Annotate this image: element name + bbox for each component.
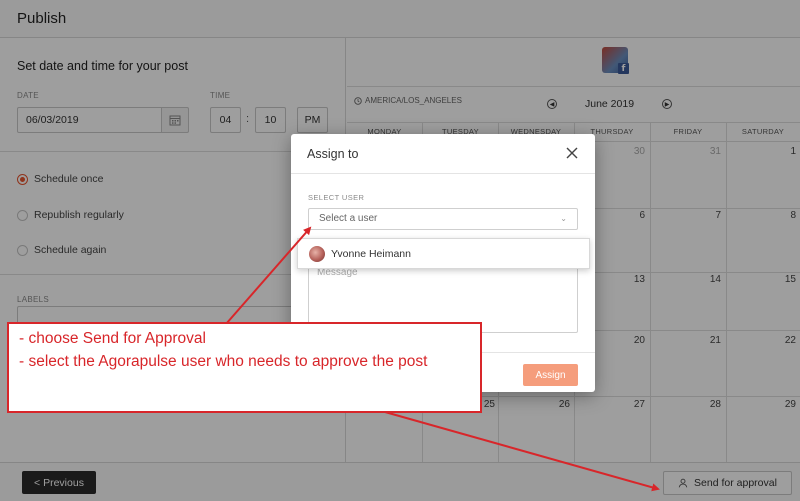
instruction-callout: - choose Send for Approval - select the … (7, 322, 482, 413)
assign-button[interactable]: Assign (523, 364, 578, 386)
select-user-placeholder: Select a user (319, 213, 378, 224)
user-option[interactable]: Yvonne Heimann (297, 238, 590, 269)
instruction-line-2: - select the Agorapulse user who needs t… (19, 353, 428, 370)
instruction-line-1: - choose Send for Approval (19, 330, 206, 347)
select-user-dropdown[interactable]: Select a user ⌄ (308, 208, 578, 230)
avatar (309, 245, 325, 262)
modal-header: Assign to (291, 134, 595, 174)
close-icon[interactable] (563, 144, 581, 162)
chevron-down-icon: ⌄ (560, 214, 567, 223)
modal-title: Assign to (307, 147, 359, 161)
user-option-name: Yvonne Heimann (331, 247, 411, 260)
select-user-label: SELECT USER (308, 193, 365, 202)
